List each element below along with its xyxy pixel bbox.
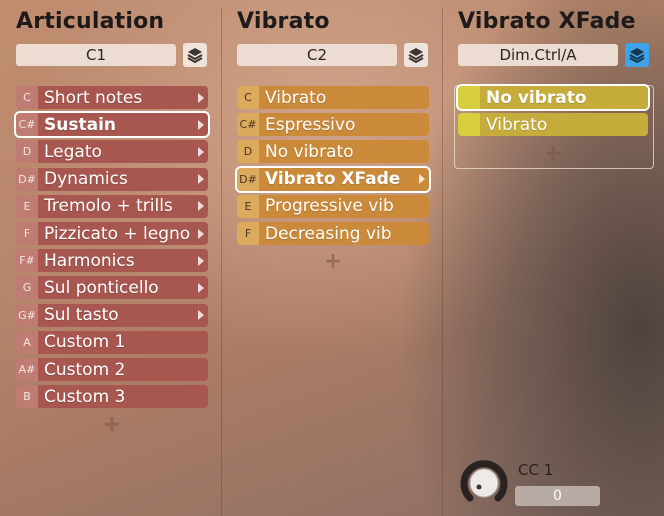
chevron-right-icon[interactable]	[198, 282, 204, 293]
chevron-right-icon[interactable]	[419, 174, 425, 185]
articulation-item[interactable]: E Tremolo + trills	[16, 194, 208, 218]
key-badge: B	[16, 385, 38, 409]
chevron-right-icon[interactable]	[198, 92, 204, 103]
key-badge: E	[16, 194, 38, 218]
add-articulation-button[interactable]: +	[102, 414, 122, 436]
key-badge: A	[16, 330, 38, 354]
xfade-item-label: No vibrato	[486, 87, 587, 108]
xfade-item-label: Vibrato	[486, 114, 548, 135]
key-badge: A#	[16, 358, 38, 381]
chevron-right-icon[interactable]	[198, 174, 204, 185]
articulation-title: Articulation	[16, 9, 165, 34]
cc-value-field[interactable]: 0	[515, 486, 600, 506]
key-badge: C	[237, 86, 259, 109]
articulation-item-label: Legato	[44, 141, 102, 162]
vibrato-item[interactable]: F Decreasing vib	[237, 222, 429, 245]
vibrato-layers-button[interactable]	[404, 43, 428, 67]
articulation-item-label: Custom 3	[44, 386, 126, 407]
key-badge: D#	[237, 167, 259, 191]
key-badge: F#	[16, 249, 38, 273]
chevron-right-icon[interactable]	[198, 255, 204, 266]
key-badge: D	[237, 140, 259, 164]
key-badge: E	[237, 194, 259, 218]
vibrato-key-field[interactable]: C2	[237, 44, 397, 66]
color-swatch	[458, 113, 480, 137]
articulation-column: Articulation C1 C Short notes C# Sustain D Le…	[0, 0, 222, 516]
chevron-right-icon[interactable]	[198, 146, 204, 157]
chevron-right-icon[interactable]	[198, 201, 204, 212]
articulation-key-field[interactable]: C1	[16, 44, 176, 66]
key-badge: C	[16, 86, 38, 109]
key-badge: D#	[16, 167, 38, 191]
vibrato-item-label: Vibrato	[265, 87, 327, 108]
articulation-item-label: Sustain	[44, 114, 116, 135]
layers-icon	[629, 48, 645, 63]
articulation-item[interactable]: B Custom 3	[16, 385, 208, 409]
key-badge: C#	[237, 113, 259, 137]
xfade-item[interactable]: Vibrato	[458, 113, 648, 137]
articulation-item[interactable]: C# Sustain	[14, 111, 210, 139]
vibrato-title: Vibrato	[237, 9, 330, 34]
articulation-layers-button[interactable]	[183, 43, 207, 67]
key-badge: D	[16, 140, 38, 164]
articulation-item-label: Custom 2	[44, 359, 126, 380]
vibrato-item[interactable]: D No vibrato	[237, 140, 429, 164]
articulation-item-label: Tremolo + trills	[44, 196, 173, 217]
vibrato-item[interactable]: C# Espressivo	[237, 113, 429, 137]
articulation-item-label: Pizzicato + legno	[44, 223, 191, 244]
articulation-item-label: Sul tasto	[44, 305, 119, 326]
cc-label: CC 1	[518, 461, 554, 479]
layers-icon	[187, 48, 203, 63]
chevron-right-icon[interactable]	[198, 310, 204, 321]
articulation-item-label: Short notes	[44, 87, 143, 108]
chevron-right-icon[interactable]	[198, 228, 204, 239]
color-swatch	[458, 86, 480, 109]
xfade-item[interactable]: No vibrato	[456, 84, 650, 111]
key-badge: G#	[16, 303, 38, 327]
articulation-item[interactable]: D Legato	[16, 140, 208, 164]
vibrato-item-label: Vibrato XFade	[265, 169, 401, 190]
vibrato-item[interactable]: C Vibrato	[237, 86, 429, 109]
xfade-controller-field[interactable]: Dim.Ctrl/A	[458, 44, 618, 66]
xfade-title: Vibrato XFade	[458, 9, 636, 34]
vibrato-item-label: No vibrato	[265, 141, 354, 162]
articulation-item-label: Sul ponticello	[44, 277, 159, 298]
cc-knob[interactable]	[458, 456, 510, 508]
articulation-item[interactable]: D# Dynamics	[16, 167, 208, 191]
articulation-item[interactable]: C Short notes	[16, 86, 208, 109]
articulation-item[interactable]: F Pizzicato + legno	[16, 222, 208, 245]
layers-icon	[408, 48, 424, 63]
articulation-item-label: Custom 1	[44, 332, 126, 353]
key-badge: G	[16, 276, 38, 300]
add-vibrato-button[interactable]: +	[323, 251, 343, 273]
articulation-item[interactable]: A# Custom 2	[16, 358, 208, 381]
key-badge: F	[16, 222, 38, 245]
articulation-item[interactable]: G# Sul tasto	[16, 303, 208, 327]
add-xfade-layer-button[interactable]: +	[543, 143, 563, 165]
vibrato-column: Vibrato C2 C Vibrato C# Espressivo D No vibra…	[222, 0, 442, 516]
vibrato-item-label: Decreasing vib	[265, 223, 392, 244]
vibrato-item-label: Progressive vib	[265, 196, 394, 217]
articulation-item[interactable]: G Sul ponticello	[16, 276, 208, 300]
articulation-item[interactable]: A Custom 1	[16, 330, 208, 354]
articulation-item[interactable]: F# Harmonics	[16, 249, 208, 273]
key-badge: C#	[16, 113, 38, 137]
key-badge: F	[237, 222, 259, 245]
xfade-layers-button[interactable]	[625, 43, 649, 67]
articulation-item-label: Harmonics	[44, 250, 135, 271]
vibrato-item[interactable]: D# Vibrato XFade	[235, 165, 431, 193]
knob-icon	[460, 460, 508, 502]
chevron-right-icon[interactable]	[198, 119, 204, 130]
articulation-item-label: Dynamics	[44, 169, 128, 190]
vibrato-item-label: Espressivo	[265, 114, 356, 135]
xfade-column: Vibrato XFade Dim.Ctrl/A No vibrato Vibra…	[442, 0, 664, 516]
vibrato-item[interactable]: E Progressive vib	[237, 194, 429, 218]
